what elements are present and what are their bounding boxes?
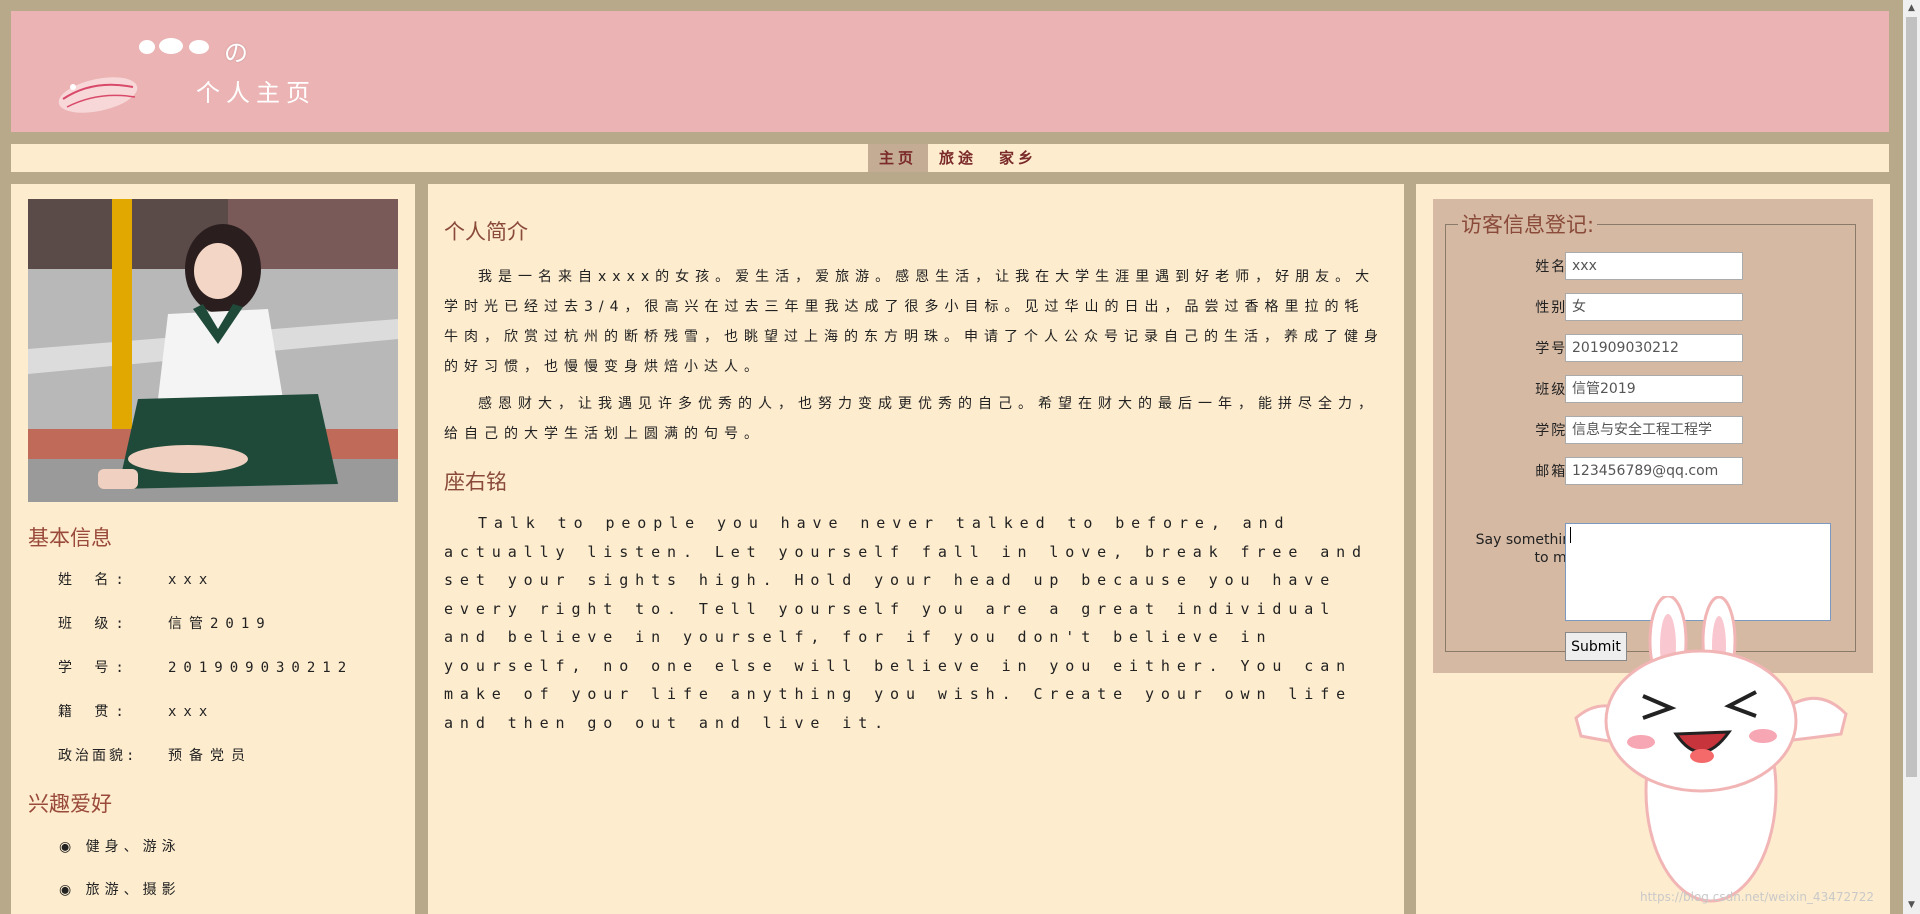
watermark: https://blog.csdn.net/weixin_43472722 (1640, 890, 1875, 904)
scrollbar-thumb[interactable] (1906, 17, 1917, 777)
logo-sticker-image (58, 77, 138, 113)
hobbies-title: 兴趣爱好 (28, 792, 112, 816)
header-title-line2: 个人主页 (196, 79, 316, 107)
class-field[interactable]: 信管2019 (1565, 375, 1743, 403)
info-label: 籍 贯: (58, 704, 131, 720)
scroll-up-arrow-icon[interactable]: ▲ (1903, 0, 1920, 17)
bullet-icon: ◉ (59, 839, 86, 855)
form-row-student-id: 学号: 201909030212 (1445, 332, 1856, 362)
college-field[interactable]: 信息与安全工程工程学 (1565, 416, 1743, 444)
logo-blob-icon (139, 38, 209, 54)
info-row-name: 姓 名: xxx (58, 569, 214, 589)
right-sidebar: 访客信息登记: 姓名: xxx 性别: 女 学号: 201909030212 班… (1416, 184, 1890, 914)
header-title-line1: の (224, 39, 252, 67)
gender-field[interactable]: 女 (1565, 293, 1743, 321)
nav-item-home[interactable]: 主页 (868, 144, 929, 172)
hobby-text: 旅游、摄影 (85, 882, 181, 898)
email-field[interactable]: 123456789@qq.com (1565, 457, 1743, 485)
info-row-class: 班 级: 信管2019 (58, 613, 272, 633)
info-label: 学 号: (58, 660, 131, 676)
form-row-college: 学院: 信息与安全工程工程学 (1445, 414, 1856, 444)
form-row-name: 姓名: xxx (1445, 250, 1856, 280)
info-label: 政治面貌: (58, 748, 138, 764)
info-row-student-id: 学 号: 201909030212 (58, 657, 353, 677)
basic-info-title: 基本信息 (28, 526, 112, 550)
hobby-text: 健身、游泳 (85, 839, 181, 855)
info-label: 姓 名: (58, 572, 131, 588)
intro-title: 个人简介 (444, 220, 528, 244)
main-content: 个人简介 我是一名来自xxxx的女孩。爱生活，爱旅游。感恩生活，让我在大学生涯里… (428, 184, 1404, 914)
message-label: Say something to me: (1475, 532, 1580, 566)
intro-paragraph-2: 感恩财大，让我遇见许多优秀的人，也努力变成更优秀的自己。希望在财大的最后一年，能… (444, 396, 1378, 442)
bunny-sticker-image (1574, 596, 1848, 903)
info-value: 预备党员 (168, 748, 252, 764)
page-header: の 个人主页 (11, 11, 1889, 132)
left-sidebar: 基本信息 姓 名: xxx 班 级: 信管2019 学 号: 201909030212… (11, 184, 415, 914)
info-value: 信管2019 (168, 616, 272, 632)
info-value: xxx (168, 572, 215, 588)
scroll-down-arrow-icon[interactable]: ▼ (1903, 897, 1920, 914)
info-value: 201909030212 (168, 660, 354, 676)
intro-paragraph-1: 我是一名来自xxxx的女孩。爱生活，爱旅游。感恩生活，让我在大学生涯里遇到好老师… (444, 269, 1384, 375)
list-item: ◉ 健身、游泳 (59, 836, 181, 856)
bullet-icon: ◉ (59, 882, 86, 898)
info-row-hometown: 籍 贯: xxx (58, 701, 214, 721)
profile-photo (28, 199, 398, 502)
name-field[interactable]: xxx (1565, 252, 1743, 280)
student-id-field[interactable]: 201909030212 (1565, 334, 1743, 362)
motto-paragraph: Talk to people you have never talked to … (444, 514, 1368, 732)
form-row-gender: 性别: 女 (1445, 291, 1856, 321)
top-nav: 主页 旅途 家乡 (11, 144, 1889, 172)
nav-item-hometown[interactable]: 家乡 (988, 144, 1048, 172)
list-item: ◉ 旅游、摄影 (59, 879, 181, 899)
form-row-class: 班级: 信管2019 (1445, 373, 1856, 403)
info-value: xxx (168, 704, 215, 720)
nav-item-travel[interactable]: 旅途 (928, 144, 988, 172)
info-row-political-status: 政治面貌: 预备党员 (58, 745, 252, 765)
text-cursor (1570, 527, 1571, 543)
info-label: 班 级: (58, 616, 131, 632)
motto-title: 座右铭 (444, 470, 507, 494)
form-row-email: 邮箱: 123456789@qq.com (1445, 455, 1856, 485)
